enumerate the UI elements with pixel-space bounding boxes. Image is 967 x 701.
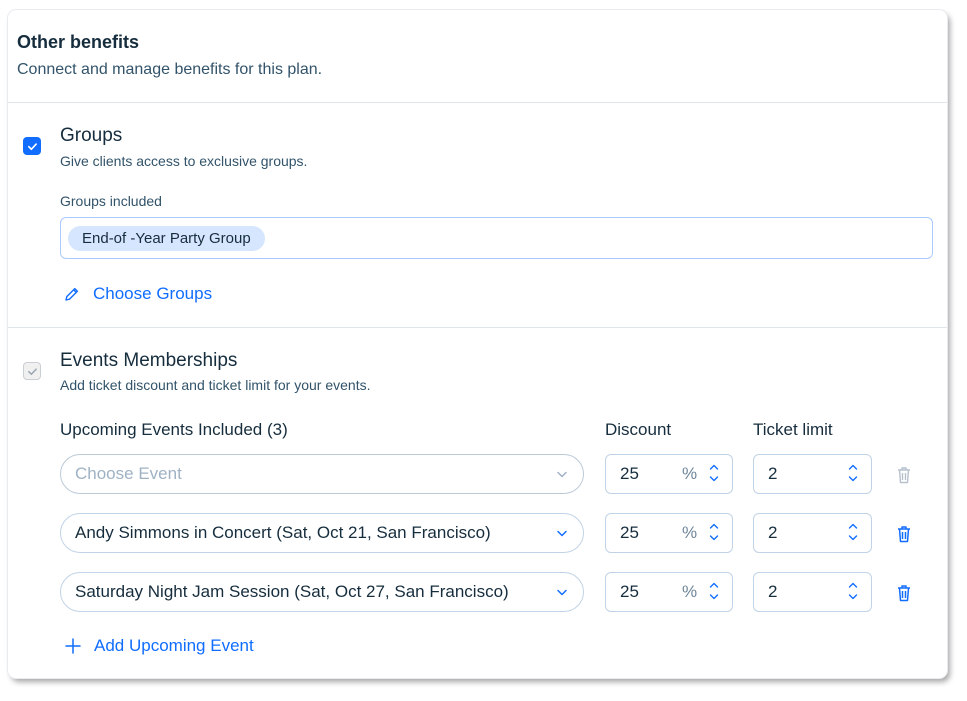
check-icon [27,367,37,375]
groups-included-input[interactable]: End-of -Year Party Group [60,217,933,259]
discount-unit: % [682,464,698,483]
event-select-value: Andy Simmons in Concert (Sat, Oct 21, Sa… [75,523,491,542]
choose-groups-label: Choose Groups [93,284,213,303]
events-column-label: Upcoming Events Included (3) [60,420,288,439]
card-title: Other benefits [17,32,140,52]
ticket-limit-input[interactable]: 2 [753,572,872,612]
discount-column-label: Discount [605,420,672,439]
chevron-down-icon [557,471,567,478]
trash-icon [895,465,913,485]
discount-input[interactable]: 25 % [605,513,733,553]
event-select-value: Saturday Night Jam Session (Sat, Oct 27,… [75,582,509,601]
choose-groups-link[interactable]: Choose Groups [63,284,212,304]
discount-unit: % [682,523,698,542]
ticket-limit-value: 2 [768,523,778,542]
groups-description: Give clients access to exclusive groups. [60,153,308,169]
discount-unit: % [682,582,698,601]
event-select[interactable]: Saturday Night Jam Session (Sat, Oct 27,… [60,572,584,612]
discount-input[interactable]: 25 % [605,454,733,494]
chevron-down-icon [557,530,567,537]
trash-icon[interactable] [895,524,913,544]
groups-title: Groups [60,125,123,146]
ticket-limit-value: 2 [768,582,778,601]
check-icon [27,142,37,150]
other-benefits-card: Other benefits Connect and manage benefi… [8,10,947,678]
events-description: Add ticket discount and ticket limit for… [60,377,371,393]
stepper-icon[interactable] [708,579,720,605]
stepper-icon[interactable] [847,461,859,487]
add-upcoming-event-link[interactable]: Add Upcoming Event [64,636,254,656]
events-title: Events Memberships [60,350,238,371]
event-select[interactable]: Andy Simmons in Concert (Sat, Oct 21, Sa… [60,513,584,553]
groups-checkbox[interactable] [23,137,41,155]
header-divider [8,102,947,103]
pencil-icon [65,287,79,301]
event-select-placeholder: Choose Event [75,464,182,483]
ticket-limit-column-label: Ticket limit [753,420,833,439]
event-select[interactable]: Choose Event [60,454,584,494]
page-frame: Other benefits Connect and manage benefi… [0,0,967,701]
plus-icon [65,638,81,654]
discount-input[interactable]: 25 % [605,572,733,612]
ticket-limit-input[interactable]: 2 [753,513,872,553]
discount-value: 25 [620,523,639,542]
trash-icon[interactable] [895,583,913,603]
discount-value: 25 [620,464,639,483]
stepper-icon[interactable] [847,520,859,546]
groups-included-label: Groups included [60,193,162,209]
section-divider [8,327,947,328]
chevron-down-icon [557,589,567,596]
card-subtitle: Connect and manage benefits for this pla… [17,61,323,78]
stepper-icon[interactable] [708,461,720,487]
discount-value: 25 [620,582,639,601]
events-memberships-checkbox [23,362,41,380]
stepper-icon[interactable] [708,520,720,546]
ticket-limit-input[interactable]: 2 [753,454,872,494]
card-header: Other benefits Connect and manage benefi… [17,32,322,79]
ticket-limit-value: 2 [768,464,778,483]
stepper-icon[interactable] [847,579,859,605]
add-upcoming-event-label: Add Upcoming Event [94,636,254,655]
group-tag[interactable]: End-of -Year Party Group [68,226,265,251]
